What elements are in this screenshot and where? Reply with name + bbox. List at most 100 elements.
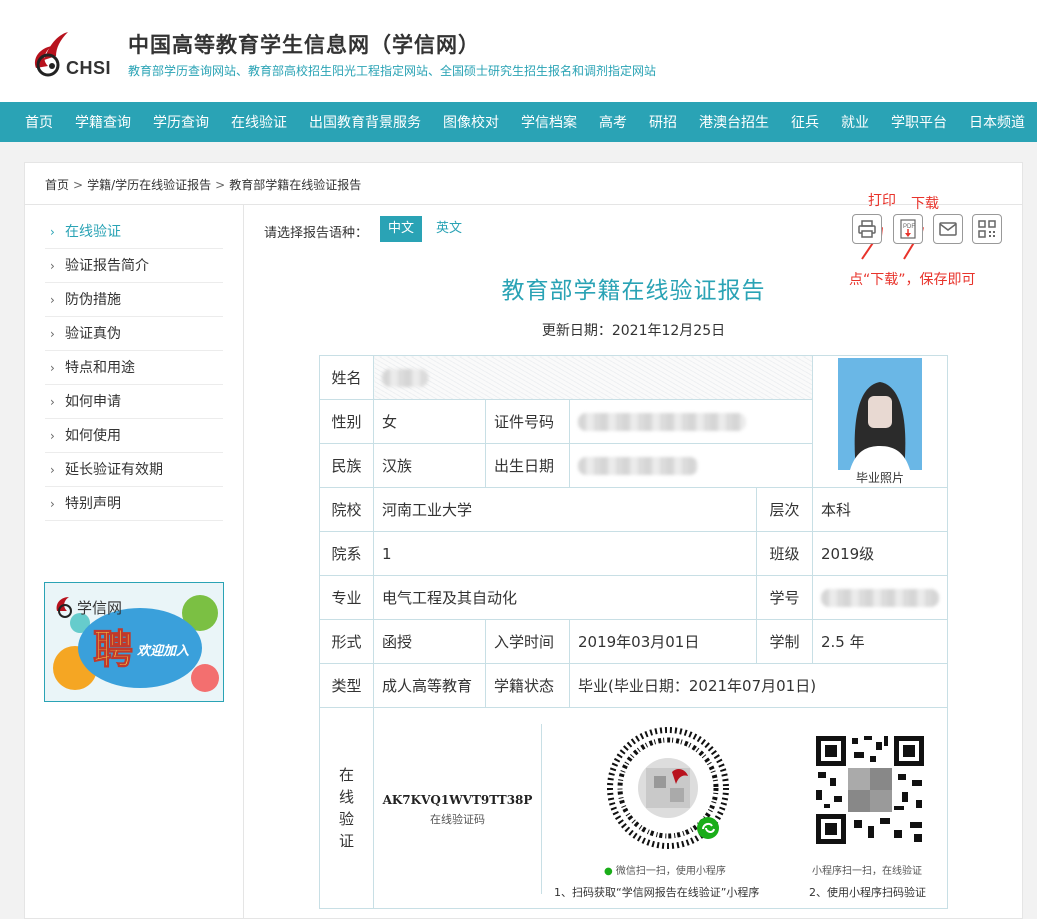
label-ethnic: 民族 [319, 443, 374, 488]
qrcode-button[interactable] [972, 214, 1002, 244]
nav-item[interactable]: 就业 [841, 112, 869, 132]
label-status: 学籍状态 [485, 663, 570, 708]
nav-item[interactable]: 学历查询 [153, 112, 209, 132]
lang-en-button[interactable]: 英文 [428, 216, 470, 242]
nav-item[interactable]: 征兵 [791, 112, 819, 132]
portrait-image [838, 357, 922, 470]
graduation-photo [838, 357, 922, 470]
nav-item[interactable]: 首页 [25, 112, 53, 132]
site-title: 中国高等教育学生信息网（学信网） [128, 33, 480, 57]
nav-item[interactable]: 高考 [599, 112, 627, 132]
pdf-badge: PDF [903, 224, 915, 230]
miniprogram-caption-text: 微信扫一扫，使用小程序 [615, 866, 726, 877]
sidebar-item-label: 特别声明 [65, 496, 121, 512]
recruitment-banner[interactable]: 学信网 聘 欢迎加入 [44, 582, 224, 702]
breadcrumb-home[interactable]: 首页 [45, 178, 69, 192]
main-nav: 首页 学籍查询 学历查询 在线验证 出国教育背景服务 图像校对 学信档案 高考 研招 港澳台招生 征… [0, 102, 1037, 142]
breadcrumb-sep: > [73, 178, 84, 192]
sidebar-item-label: 如何使用 [65, 428, 121, 444]
redacted-id-no [578, 412, 746, 431]
label-duration: 学制 [756, 619, 813, 664]
sidebar-item[interactable]: › 特别声明 [45, 487, 223, 521]
banner-brand: 学信网 [77, 600, 122, 617]
label-gender: 性别 [319, 399, 374, 444]
value-school: 河南工业大学 [373, 487, 757, 532]
label-class: 班级 [756, 531, 813, 576]
label-enroll: 入学时间 [485, 619, 570, 664]
verify-cell: AK7KVQ1WVT9TT38P 在线验证码 ● 微信扫一扫，使用小程序 小程序… [373, 707, 948, 909]
nav-item[interactable]: 研招 [649, 112, 677, 132]
label-verify: 在线验证 [319, 707, 374, 909]
breadcrumb-category[interactable]: 学籍/学历在线验证报告 [87, 178, 211, 192]
sidebar-item[interactable]: › 验证报告简介 [45, 249, 223, 283]
sidebar-item[interactable]: › 在线验证 [45, 215, 223, 249]
value-form: 函授 [373, 619, 486, 664]
sidebar-item[interactable]: › 如何申请 [45, 385, 223, 419]
banner-slogan: 欢迎加入 [137, 643, 189, 659]
label-form: 形式 [319, 619, 374, 664]
label-level: 层次 [756, 487, 813, 532]
label-student-no: 学号 [756, 575, 813, 620]
redacted-name [382, 368, 428, 387]
qrcode-icon [978, 220, 996, 238]
sidebar-item[interactable]: › 特点和用途 [45, 351, 223, 385]
value-status: 毕业(毕业日期：2021年07月01日) [569, 663, 948, 708]
sidebar-item-label: 验证真伪 [65, 326, 121, 342]
sidebar-item[interactable]: › 验证真伪 [45, 317, 223, 351]
pdf-download-button[interactable]: PDF [893, 214, 923, 244]
chevron-right-icon: › [50, 327, 55, 341]
print-button[interactable] [852, 214, 882, 244]
chevron-right-icon: › [50, 293, 55, 307]
value-birth [569, 443, 813, 488]
report-content: 请选择报告语种： 中文 英文 打印 下载 点“下载”，保存即可 PDF 教育部学… [245, 193, 1022, 918]
value-class: 2019级 [812, 531, 948, 576]
sidebar-item-label: 特点和用途 [65, 360, 135, 376]
site-header: CHSI 中国高等教育学生信息网（学信网） 教育部学历查询网站、教育部高校招生阳… [0, 0, 1037, 102]
label-name: 姓名 [319, 355, 374, 400]
value-enroll: 2019年03月01日 [569, 619, 757, 664]
value-id-no [569, 399, 813, 444]
report-title: 教育部学籍在线验证报告 [501, 278, 766, 304]
verify-code-block: AK7KVQ1WVT9TT38P 在线验证码 [374, 724, 542, 894]
update-date: 更新日期：2021年12月25日 [541, 323, 726, 339]
main-panel: 首页 > 学籍/学历在线验证报告 > 教育部学籍在线验证报告 › 在线验证 › 验证报告简介 ›… [24, 162, 1023, 919]
qrcode-image[interactable] [814, 734, 926, 846]
photo-cell: 毕业照片 [812, 355, 948, 488]
sidebar-item[interactable]: › 如何使用 [45, 419, 223, 453]
printer-icon [858, 220, 876, 238]
nav-item[interactable]: 学籍查询 [75, 112, 131, 132]
value-level: 本科 [812, 487, 948, 532]
step-1: 1、扫码获取“学信网报告在线验证”小程序 [554, 886, 760, 899]
sidebar-item-label: 如何申请 [65, 394, 121, 410]
sidebar-item[interactable]: › 防伪措施 [45, 283, 223, 317]
nav-item[interactable]: 图像校对 [443, 112, 499, 132]
annotation-print: 打印 [868, 193, 896, 209]
annotation-download: 下载 [911, 196, 939, 212]
chevron-right-icon: › [50, 395, 55, 409]
nav-item[interactable]: 学信档案 [521, 112, 577, 132]
lang-zh-button[interactable]: 中文 [380, 216, 423, 242]
sidebar: › 在线验证 › 验证报告简介 › 防伪措施 › 验证真伪 › 特点和用途 › 如何申请 › 如何使用 › 延… [25, 205, 244, 918]
sidebar-item[interactable]: › 延长验证有效期 [45, 453, 223, 487]
step-2: 2、使用小程序扫码验证 [809, 886, 926, 899]
sidebar-item-label: 防伪措施 [65, 292, 121, 308]
miniprogram-code[interactable] [606, 726, 730, 850]
chevron-right-icon: › [50, 429, 55, 443]
sidebar-item-label: 延长验证有效期 [65, 462, 163, 478]
nav-item[interactable]: 在线验证 [231, 112, 287, 132]
nav-item[interactable]: 出国教育背景服务 [309, 112, 421, 132]
recruitment-banner-art: 学信网 聘 欢迎加入 [53, 595, 219, 692]
nav-item[interactable]: 港澳台招生 [699, 112, 769, 132]
label-major: 专业 [319, 575, 374, 620]
nav-item[interactable]: 学职平台 [891, 112, 947, 132]
nav-item[interactable]: 日本频道 [969, 112, 1025, 132]
redacted-birth [578, 456, 698, 475]
mail-button[interactable] [933, 214, 963, 244]
breadcrumb-sep: > [215, 178, 226, 192]
verify-code[interactable]: AK7KVQ1WVT9TT38P [374, 793, 541, 807]
value-type: 成人高等教育 [373, 663, 486, 708]
page: CHSI 中国高等教育学生信息网（学信网） 教育部学历查询网站、教育部高校招生阳… [0, 0, 1037, 919]
breadcrumb-current: 教育部学籍在线验证报告 [229, 178, 362, 192]
redacted-student-no [821, 588, 939, 607]
value-duration: 2.5 年 [812, 619, 948, 664]
